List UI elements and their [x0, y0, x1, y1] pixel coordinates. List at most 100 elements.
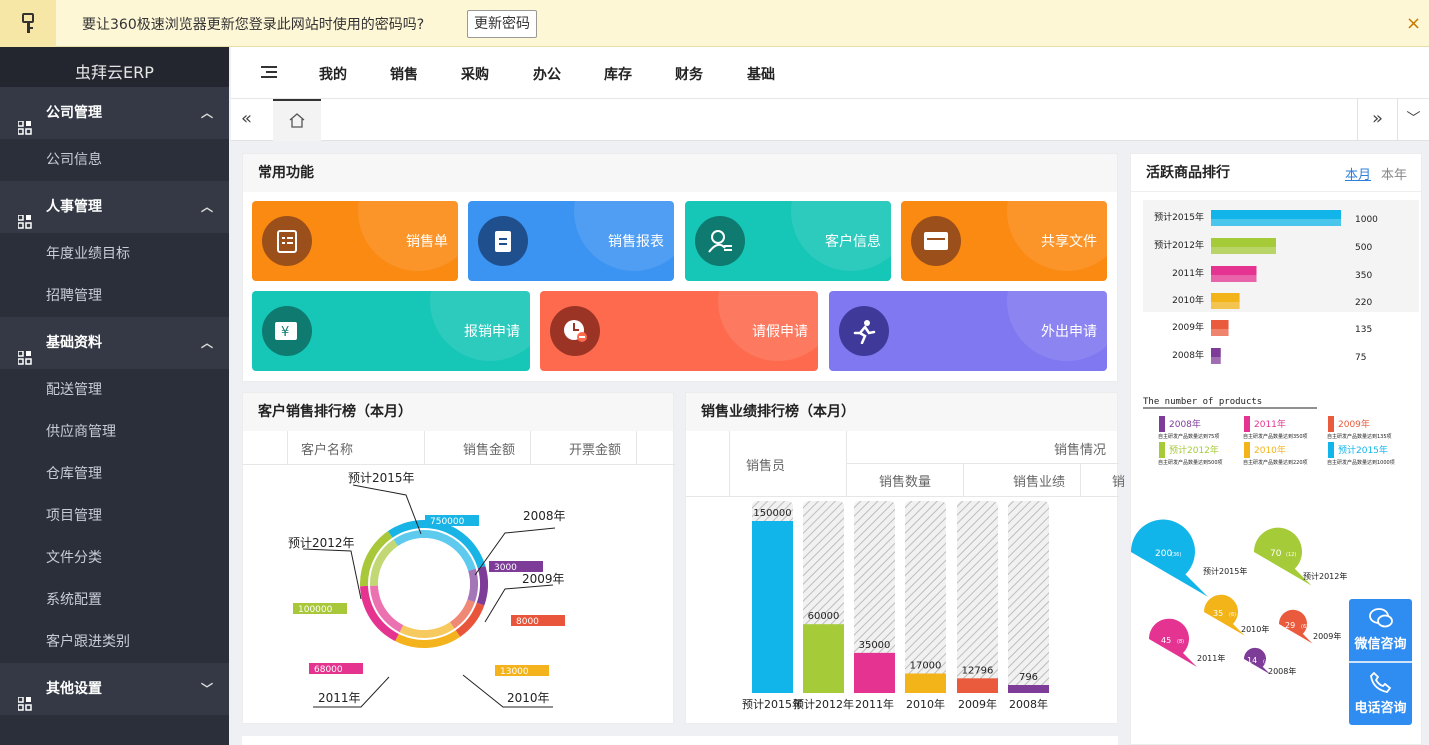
- tab-this-year[interactable]: 本年: [1381, 164, 1407, 183]
- value-label: 750000: [430, 517, 465, 527]
- nav-item-sales[interactable]: 销售: [390, 64, 418, 84]
- chevron-up-icon[interactable]: ︿: [201, 87, 213, 139]
- scroll-right-icon[interactable]: »: [1357, 99, 1397, 141]
- grid-icon: [17, 335, 32, 387]
- nav-item-office[interactable]: 办公: [533, 64, 561, 84]
- column-header[interactable]: 客户名称: [301, 439, 353, 458]
- tile-outing-request[interactable]: 外出申请: [829, 291, 1107, 371]
- sidebar-item-company-info[interactable]: 公司信息: [0, 139, 229, 181]
- y-tick-label: 预计2012年: [1154, 239, 1204, 251]
- tile-label: 报销申请: [464, 324, 520, 340]
- legend-desc: 自主研发产品数量达到1000项: [1327, 459, 1395, 466]
- update-password-button[interactable]: 更新密码: [467, 10, 537, 38]
- menu-toggle-icon[interactable]: [261, 65, 277, 83]
- y-tick-label: 2008年: [1172, 349, 1204, 361]
- sidebar-section-label: 公司管理: [46, 105, 102, 121]
- sales-bar-chart: 150000预计2015年60000预计2012年350002011年17000…: [742, 501, 1049, 711]
- card-title: 常用功能: [243, 154, 1117, 192]
- hbar: [1211, 293, 1240, 302]
- sidebar-item-annual-target[interactable]: 年度业绩目标: [0, 233, 229, 275]
- chevron-up-icon[interactable]: ︿: [201, 317, 213, 369]
- key-icon: [0, 0, 56, 47]
- bubble-count: (36): [1171, 552, 1181, 558]
- x-tick-label: 2010年: [906, 697, 945, 711]
- y-tick-label: 2011年: [1172, 267, 1204, 279]
- scroll-left-icon[interactable]: «: [241, 108, 252, 129]
- sidebar-item-delivery[interactable]: 配送管理: [0, 369, 229, 411]
- column-header[interactable]: 销售员: [746, 455, 785, 474]
- nav-item-basic[interactable]: 基础: [747, 64, 775, 84]
- bubble-value: 35: [1213, 609, 1223, 618]
- legend-label: 2009年: [1338, 418, 1370, 430]
- tab-home[interactable]: [273, 99, 321, 141]
- tile-sales-report[interactable]: 销售报表: [468, 201, 674, 281]
- category-label: 2011年: [318, 691, 361, 705]
- phone-consult-label: 电话咨询: [1354, 701, 1407, 716]
- sidebar: 虫拜云ERP 公司管理 ︿ 公司信息 人事管理 ︿ 年度业绩目标 招聘管理 基础…: [0, 47, 229, 745]
- chevron-down-icon[interactable]: ﹀: [201, 663, 213, 715]
- sidebar-item-warehouse[interactable]: 仓库管理: [0, 453, 229, 495]
- bubble-count: (8): [1177, 639, 1184, 645]
- bar: [752, 521, 793, 693]
- column-header: 销售情况: [1054, 443, 1107, 458]
- value-label: 3000: [494, 563, 517, 573]
- chevron-up-icon[interactable]: ︿: [201, 181, 213, 233]
- sidebar-item-project[interactable]: 项目管理: [0, 495, 229, 537]
- nav-item-purchase[interactable]: 采购: [461, 64, 489, 84]
- x-tick-label: 预计2012年: [793, 697, 854, 711]
- hbar-shadow: [1211, 219, 1341, 226]
- bar: [957, 678, 998, 693]
- bar: [854, 652, 895, 693]
- bar: [803, 624, 844, 693]
- donut-chart: 750000 预计2015年 3000 2008年 8000 2009年 13000 2010…: [288, 471, 566, 708]
- nav-item-mine[interactable]: 我的: [319, 64, 347, 84]
- hbar-value-label: 135: [1355, 325, 1372, 335]
- phone-consult-button[interactable]: 电话咨询: [1349, 663, 1412, 725]
- bar-value-label: 12796: [962, 665, 994, 676]
- tile-label: 共享文件: [1041, 234, 1097, 250]
- tab-bar: « » ﹀: [231, 99, 1429, 141]
- sidebar-item-supplier[interactable]: 供应商管理: [0, 411, 229, 453]
- tile-leave-request[interactable]: 请假申请: [540, 291, 818, 371]
- column-header[interactable]: 销售金额: [463, 439, 515, 458]
- column-header[interactable]: 销售业绩: [1013, 471, 1065, 490]
- wechat-consult-button[interactable]: 微信咨询: [1349, 599, 1412, 661]
- nav-item-inventory[interactable]: 库存: [604, 64, 632, 84]
- tile-label: 销售报表: [608, 234, 664, 250]
- table-header: 客户名称 销售金额 开票金额: [243, 431, 675, 465]
- tab-this-month[interactable]: 本月: [1345, 164, 1371, 183]
- sidebar-section-label: 其他设置: [46, 681, 102, 697]
- bar-background: [1008, 501, 1049, 693]
- close-icon[interactable]: ×: [1406, 13, 1421, 34]
- nav-item-finance[interactable]: 财务: [675, 64, 703, 84]
- sidebar-section-company[interactable]: 公司管理 ︿: [0, 87, 229, 139]
- hbar: [1211, 210, 1341, 219]
- customer-rank-card: 客户销售排行榜（本月） 客户名称 销售金额 开票金额 750000 预计2015年…: [242, 392, 675, 724]
- bar: [1008, 685, 1049, 693]
- tile-sales-order[interactable]: 销售单: [252, 201, 458, 281]
- sidebar-section-other[interactable]: 其他设置 ﹀: [0, 663, 229, 715]
- sidebar-section-basic-data[interactable]: 基础资料 ︿: [0, 317, 229, 369]
- tile-expense-claim[interactable]: ¥ 报销申请: [252, 291, 530, 371]
- sidebar-item-recruiting[interactable]: 招聘管理: [0, 275, 229, 317]
- folder-icon: [911, 216, 961, 266]
- next-card-edge: [242, 736, 1118, 745]
- sidebar-item-file-category[interactable]: 文件分类: [0, 537, 229, 579]
- tile-shared-files[interactable]: 共享文件: [901, 201, 1107, 281]
- tile-customer-info[interactable]: 客户信息: [685, 201, 891, 281]
- sidebar-section-hr[interactable]: 人事管理 ︿: [0, 181, 229, 233]
- column-header[interactable]: 销售数量: [879, 471, 931, 490]
- bar-value-label: 796: [1019, 672, 1038, 683]
- card-title: 销售业绩排行榜（本月）: [686, 393, 1117, 431]
- report-icon: [478, 216, 528, 266]
- sidebar-item-system-config[interactable]: 系统配置: [0, 579, 229, 621]
- sales-rank-card: 销售业绩排行榜（本月） 销售员 销售情况 销售数量 销售业绩 销 150000 预…: [685, 392, 1125, 724]
- hbar-shadow: [1211, 357, 1221, 364]
- sidebar-item-followup-category[interactable]: 客户跟进类别: [0, 621, 229, 663]
- legend-label: 2008年: [1169, 418, 1201, 430]
- chevron-down-icon[interactable]: ﹀: [1397, 99, 1429, 141]
- bubble-count: (12): [1286, 552, 1296, 558]
- column-header[interactable]: 销: [1112, 471, 1125, 490]
- bar: [905, 673, 946, 693]
- column-header[interactable]: 开票金额: [569, 439, 621, 458]
